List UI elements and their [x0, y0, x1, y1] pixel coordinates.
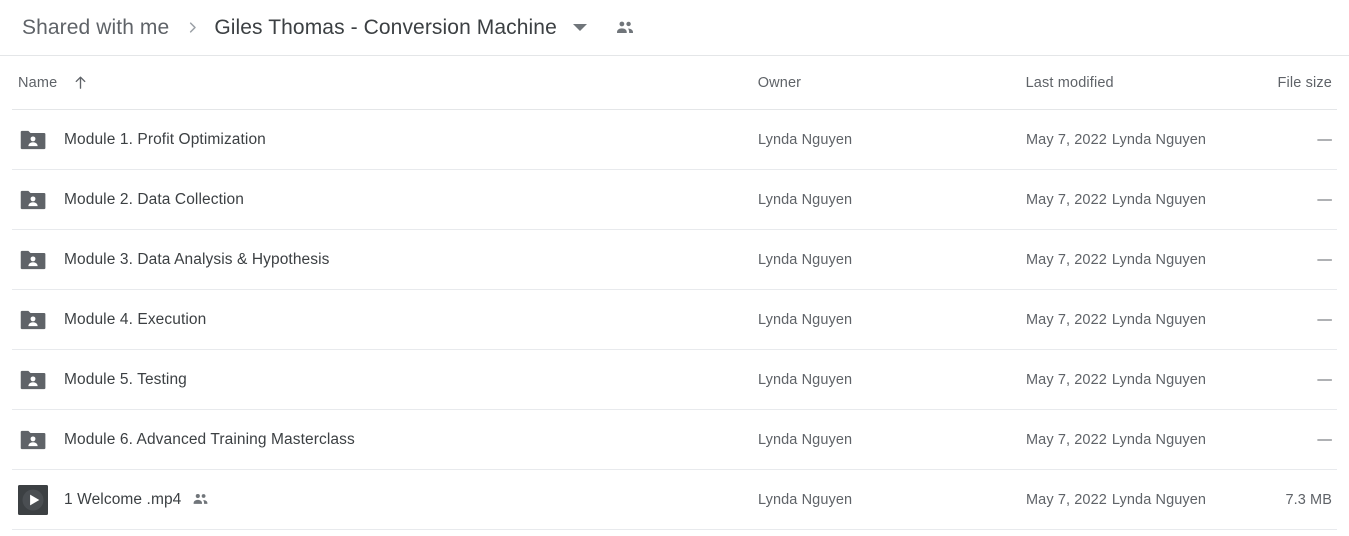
- cell-last-modified: May 7, 2022 Lynda Nguyen: [1026, 312, 1278, 328]
- column-header-owner[interactable]: Owner: [758, 75, 1026, 91]
- cell-name: Module 1. Profit Optimization: [18, 125, 758, 155]
- chevron-right-icon: [185, 20, 200, 35]
- cell-owner: Lynda Nguyen: [758, 491, 853, 508]
- shared-folder-icon: [18, 245, 48, 275]
- table-row[interactable]: Module 5. Testing Lynda Nguyen May 7, 2022…: [12, 350, 1337, 410]
- cell-owner: Lynda Nguyen: [758, 371, 853, 388]
- file-name-label: Module 1. Profit Optimization: [64, 130, 266, 148]
- modified-date: May 7, 2022: [1026, 431, 1107, 448]
- cell-owner: Lynda Nguyen: [758, 131, 853, 148]
- cell-file-size: —: [1317, 311, 1332, 328]
- cell-name: 1 Welcome .mp4: [18, 484, 758, 515]
- video-file-icon: [18, 484, 48, 515]
- chevron-down-icon[interactable]: [572, 24, 587, 31]
- people-shared-icon[interactable]: [614, 17, 636, 39]
- cell-last-modified: May 7, 2022 Lynda Nguyen: [1026, 132, 1278, 148]
- cell-last-modified: May 7, 2022 Lynda Nguyen: [1026, 192, 1278, 208]
- modified-by: Lynda Nguyen: [1111, 131, 1207, 148]
- cell-last-modified: May 7, 2022 Lynda Nguyen: [1026, 432, 1278, 448]
- cell-owner: Lynda Nguyen: [758, 311, 853, 328]
- file-name-label: 1 Welcome .mp4: [64, 490, 182, 508]
- column-header-last-modified[interactable]: Last modified: [1026, 75, 1278, 91]
- table-row[interactable]: 1 Welcome .mp4 Lynda Nguyen May 7, 2022 Ly…: [12, 470, 1337, 530]
- cell-name: Module 5. Testing: [18, 365, 758, 395]
- file-name-label: Module 2. Data Collection: [64, 190, 244, 208]
- modified-date: May 7, 2022: [1026, 251, 1107, 268]
- column-header-name-label: Name: [18, 74, 58, 91]
- table-row[interactable]: Module 2. Data Collection Lynda Nguyen May…: [12, 170, 1337, 230]
- cell-file-size: —: [1317, 131, 1332, 148]
- shared-folder-icon: [18, 185, 48, 215]
- modified-by: Lynda Nguyen: [1111, 251, 1207, 268]
- column-header-name[interactable]: Name: [18, 74, 758, 91]
- file-name-label: Module 6. Advanced Training Masterclass: [64, 430, 355, 448]
- cell-file-size: 7.3 MB: [1285, 491, 1332, 508]
- cell-last-modified: May 7, 2022 Lynda Nguyen: [1026, 372, 1278, 388]
- cell-name: Module 2. Data Collection: [18, 185, 758, 215]
- cell-file-size: —: [1317, 431, 1332, 448]
- modified-by: Lynda Nguyen: [1111, 491, 1207, 508]
- modified-date: May 7, 2022: [1026, 191, 1107, 208]
- arrow-up-icon[interactable]: [72, 74, 89, 91]
- cell-owner: Lynda Nguyen: [758, 191, 853, 208]
- file-name-label: Module 4. Execution: [64, 310, 207, 328]
- breadcrumb-current-folder[interactable]: Giles Thomas - Conversion Machine: [214, 16, 557, 40]
- breadcrumb: Shared with me Giles Thomas - Conversion…: [0, 0, 1349, 56]
- modified-date: May 7, 2022: [1026, 371, 1107, 388]
- modified-date: May 7, 2022: [1026, 491, 1107, 508]
- people-shared-icon: [191, 490, 210, 509]
- cell-name: Module 6. Advanced Training Masterclass: [18, 425, 758, 455]
- drive-file-list-page: Shared with me Giles Thomas - Conversion…: [0, 0, 1349, 536]
- breadcrumb-root-link[interactable]: Shared with me: [22, 16, 169, 40]
- shared-folder-icon: [18, 125, 48, 155]
- table-header-row: Name Owner Last modified File size: [12, 56, 1337, 110]
- shared-folder-icon: [18, 305, 48, 335]
- table-row[interactable]: Module 1. Profit Optimization Lynda Nguye…: [12, 110, 1337, 170]
- cell-file-size: —: [1317, 191, 1332, 208]
- file-name-label: Module 3. Data Analysis & Hypothesis: [64, 250, 330, 268]
- modified-by: Lynda Nguyen: [1111, 191, 1207, 208]
- modified-by: Lynda Nguyen: [1111, 371, 1207, 388]
- table-row[interactable]: Module 4. Execution Lynda Nguyen May 7, 20…: [12, 290, 1337, 350]
- cell-owner: Lynda Nguyen: [758, 251, 853, 268]
- column-header-file-size[interactable]: File size: [1277, 75, 1337, 91]
- cell-file-size: —: [1317, 371, 1332, 388]
- modified-by: Lynda Nguyen: [1111, 311, 1207, 328]
- modified-date: May 7, 2022: [1026, 311, 1107, 328]
- cell-last-modified: May 7, 2022 Lynda Nguyen: [1026, 252, 1278, 268]
- shared-folder-icon: [18, 425, 48, 455]
- cell-last-modified: May 7, 2022 Lynda Nguyen: [1026, 492, 1278, 508]
- shared-folder-icon: [18, 365, 48, 395]
- cell-file-size: —: [1317, 251, 1332, 268]
- table-row[interactable]: Module 3. Data Analysis & Hypothesis Lynd…: [12, 230, 1337, 290]
- cell-name: Module 4. Execution: [18, 305, 758, 335]
- file-name-label: Module 5. Testing: [64, 370, 187, 388]
- cell-name: Module 3. Data Analysis & Hypothesis: [18, 245, 758, 275]
- modified-date: May 7, 2022: [1026, 131, 1107, 148]
- modified-by: Lynda Nguyen: [1111, 431, 1207, 448]
- file-table: Name Owner Last modified File size Modul…: [0, 56, 1349, 530]
- table-row[interactable]: Module 6. Advanced Training Masterclass L…: [12, 410, 1337, 470]
- cell-owner: Lynda Nguyen: [758, 431, 853, 448]
- table-body: Module 1. Profit Optimization Lynda Nguye…: [0, 110, 1349, 530]
